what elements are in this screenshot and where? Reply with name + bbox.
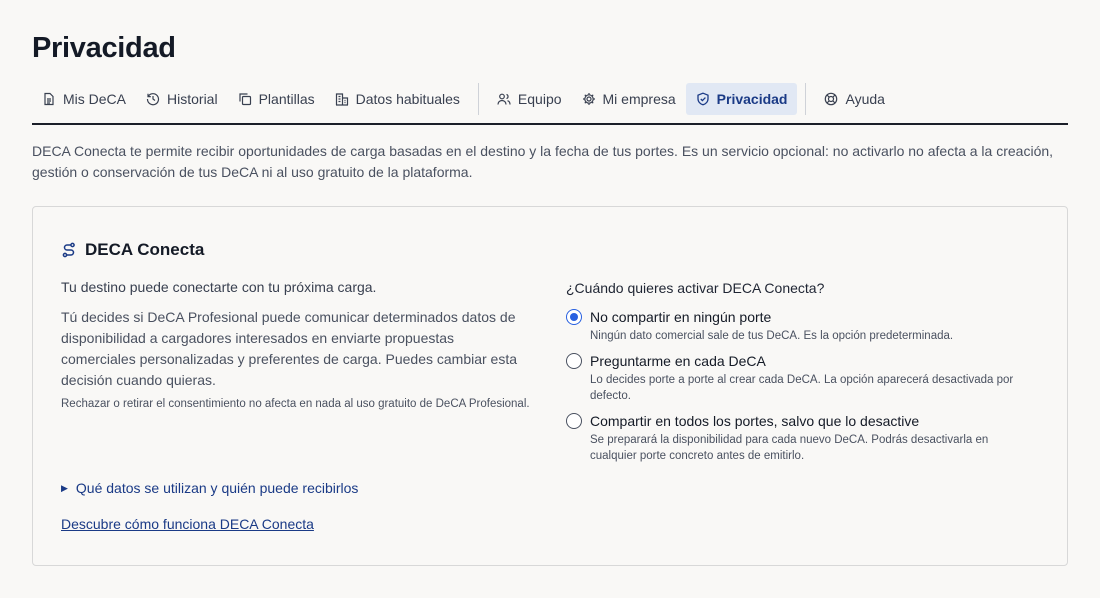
tab-label: Ayuda (845, 91, 885, 107)
learn-more-link[interactable]: Descubre cómo funciona DECA Conecta (61, 516, 314, 532)
tab-ayuda[interactable]: Ayuda (814, 83, 894, 115)
caret-right-icon: ▶ (61, 482, 68, 493)
option-ask-each: Preguntarme en cada DeCA Lo decides port… (566, 353, 1036, 404)
route-icon (61, 242, 77, 258)
users-icon (497, 92, 511, 106)
tab-mis-deca[interactable]: Mis DeCA (32, 83, 136, 115)
tab-datos-habituales[interactable]: Datos habituales (325, 83, 470, 115)
document-icon (42, 92, 56, 106)
tab-label: Mi empresa (602, 91, 676, 107)
card-title: DECA Conecta (61, 240, 204, 260)
radio-no-share[interactable] (566, 309, 582, 325)
option-no-share-row[interactable]: No compartir en ningún porte (566, 309, 1036, 325)
option-share-all: Compartir en todos los portes, salvo que… (566, 413, 1036, 464)
tab-divider (805, 83, 807, 115)
gear-icon (582, 92, 596, 106)
tab-label: Datos habituales (355, 91, 460, 107)
option-help: Ningún dato comercial sale de tus DeCA. … (590, 330, 954, 342)
deca-conecta-card: DECA Conecta Tu destino puede conectarte… (32, 206, 1068, 566)
tab-bar: Mis DeCA Historial Plantillas Datos habi… (32, 83, 1068, 125)
copy-icon (238, 92, 252, 106)
option-label: Compartir en todos los portes, salvo que… (590, 413, 920, 429)
expander-label: Qué datos se utilizan y quién puede reci… (75, 480, 359, 496)
tab-label: Mis DeCA (63, 91, 127, 107)
tab-historial[interactable]: Historial (136, 83, 228, 115)
tab-plantillas[interactable]: Plantillas (228, 83, 325, 115)
page-title: Privacidad (32, 32, 176, 64)
option-help: Se preparará la disponibilidad para cada… (590, 434, 989, 462)
intro-text: DECA Conecta te permite recibir oportuni… (32, 143, 1054, 180)
option-label: Preguntarme en cada DeCA (590, 353, 766, 369)
activation-question: ¿Cuándo quieres activar DECA Conecta? (566, 280, 825, 296)
card-description: Tú decides si DeCA Profesional puede com… (61, 309, 518, 388)
tab-mi-empresa[interactable]: Mi empresa (572, 83, 686, 115)
history-icon (146, 92, 160, 106)
consent-note: Rechazar o retirar el consentimiento no … (61, 398, 530, 410)
option-help: Lo decides porte a porte al crear cada D… (590, 374, 1014, 402)
tab-label: Plantillas (258, 91, 315, 107)
option-label: No compartir en ningún porte (590, 309, 772, 325)
tab-label: Historial (167, 91, 218, 107)
tab-equipo[interactable]: Equipo (487, 83, 572, 115)
shield-icon (696, 92, 710, 106)
tab-privacidad[interactable]: Privacidad (685, 83, 798, 115)
card-title-text: DECA Conecta (85, 240, 205, 259)
building-icon (335, 92, 349, 106)
radio-ask-each[interactable] (566, 353, 582, 369)
data-usage-expander[interactable]: ▶ Qué datos se utilizan y quién puede re… (61, 480, 358, 496)
option-share-all-row[interactable]: Compartir en todos los portes, salvo que… (566, 413, 1036, 429)
lifebuoy-icon (824, 92, 838, 106)
option-no-share: No compartir en ningún porte Ningún dato… (566, 309, 1036, 344)
tab-label: Equipo (517, 91, 562, 107)
card-lead: Tu destino puede conectarte con tu próxi… (61, 279, 377, 295)
tab-label: Privacidad (716, 91, 788, 107)
tab-divider (477, 83, 479, 115)
radio-share-all[interactable] (566, 413, 582, 429)
option-ask-each-row[interactable]: Preguntarme en cada DeCA (566, 353, 1036, 369)
